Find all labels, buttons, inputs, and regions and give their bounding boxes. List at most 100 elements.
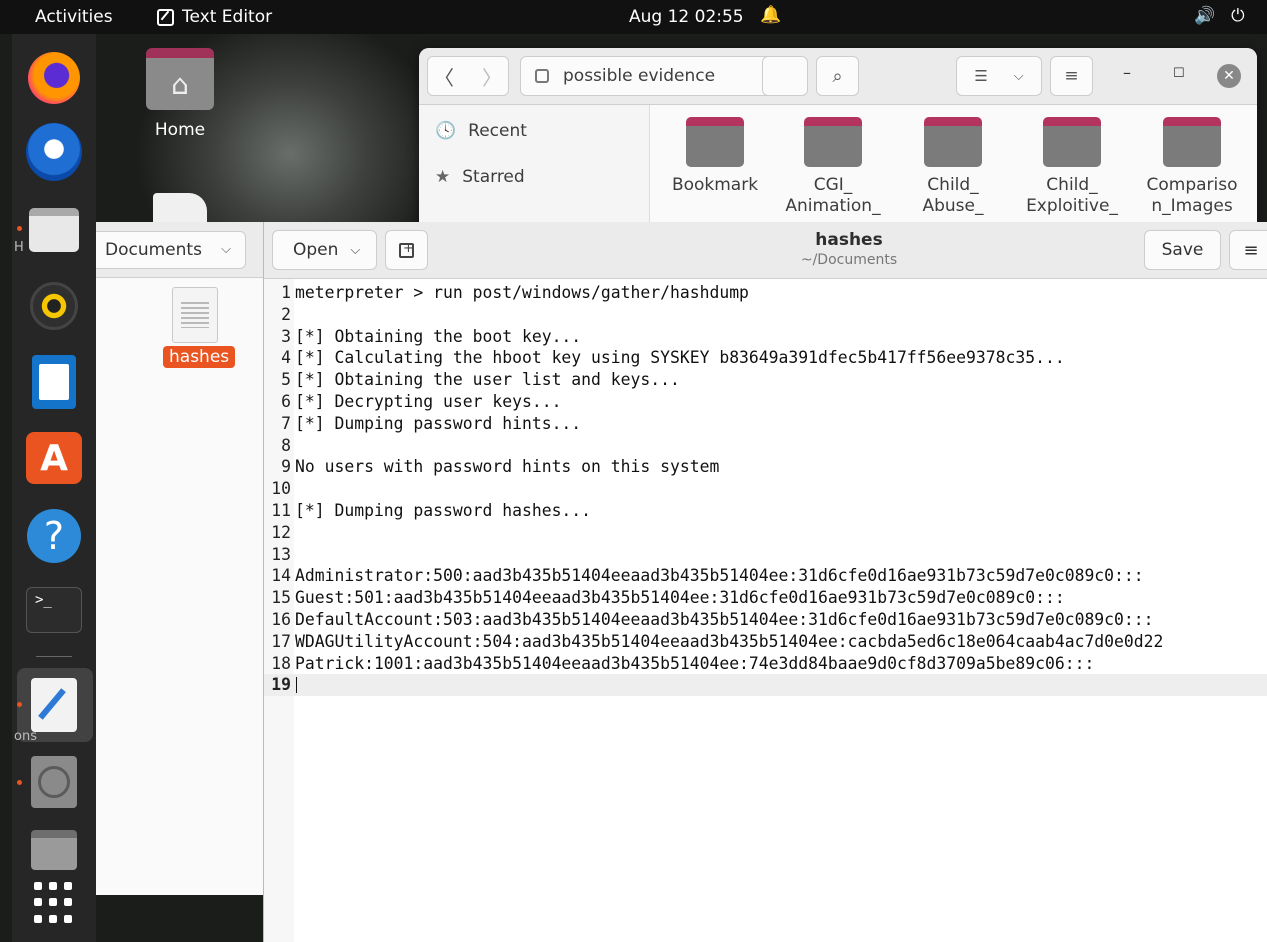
line-text: [*] Obtaining the boot key... <box>295 326 582 346</box>
dock-drive[interactable] <box>26 822 82 878</box>
dock-rhythmbox[interactable] <box>26 278 82 334</box>
clock[interactable]: Aug 12 02:55 <box>629 7 744 27</box>
top-bar: Activities Text Editor Aug 12 02:55 🔔 🔊 … <box>0 0 1267 34</box>
code-line[interactable]: 5 [*] Obtaining the user list and keys... <box>264 369 1267 391</box>
code-line[interactable]: 11 [*] Dumping password hashes... <box>264 500 1267 522</box>
minimize-icon[interactable]: – <box>1123 63 1131 82</box>
line-text: No users with password hints on this sys… <box>295 457 720 477</box>
code-line[interactable]: 19 <box>264 674 1267 697</box>
line-number: 19 <box>271 675 291 695</box>
folder-label: Child_ <box>1046 175 1098 195</box>
line-number: 17 <box>271 631 291 651</box>
editor-menu-button[interactable]: ≡ <box>1229 230 1267 270</box>
folder-item[interactable]: Child_ Exploitive_ <box>1017 117 1127 217</box>
breadcrumb-label: Documents <box>105 240 202 260</box>
code-line[interactable]: 10 <box>264 478 1267 500</box>
code-line[interactable]: 15 Guest:501:aad3b435b51404eeaad3b435b514… <box>264 587 1267 609</box>
new-tab-button[interactable] <box>385 230 428 270</box>
save-button[interactable]: Save <box>1144 230 1221 270</box>
dock-files[interactable] <box>26 202 82 258</box>
line-number: 5 <box>281 370 291 390</box>
sidebar-item-starred[interactable]: ★ Starred <box>435 167 525 187</box>
dock-disc[interactable] <box>26 754 82 810</box>
code-line[interactable]: 1 meterpreter > run post/windows/gather/h… <box>264 282 1267 304</box>
home-folder-icon: ⌂ <box>146 48 214 110</box>
view-toggle[interactable]: ☰ ⌵ <box>956 56 1042 96</box>
new-tab-icon <box>399 241 414 258</box>
code-line[interactable]: 16 DefaultAccount:503:aad3b435b51404eeaad… <box>264 609 1267 631</box>
hamburger-icon: ≡ <box>1243 239 1259 261</box>
clock-icon: 🕓 <box>435 121 457 141</box>
forward-icon[interactable]: 〉 <box>482 62 502 91</box>
folder-item[interactable]: Compariso n_Images <box>1137 117 1247 217</box>
disc-icon <box>31 756 77 808</box>
folder-label-2: Exploitive_ <box>1026 196 1118 216</box>
activities-button[interactable]: Activities <box>35 7 113 27</box>
dock-ghost-label: ons <box>14 729 37 744</box>
file-label-selected[interactable]: hashes <box>163 346 236 368</box>
dock-libreoffice-writer[interactable] <box>26 354 82 410</box>
back-icon[interactable]: 〈 <box>434 62 454 91</box>
dock-text-editor[interactable] <box>26 677 82 733</box>
folder-item[interactable]: CGI_ Animation_ <box>778 117 888 217</box>
documents-window: Documents ⌵ hashes <box>96 222 264 895</box>
app-menu-label: Text Editor <box>182 7 273 27</box>
blank-toolbar-button[interactable] <box>762 56 808 96</box>
code-line[interactable]: 17 WDAGUtilityAccount:504:aad3b435b51404e… <box>264 631 1267 653</box>
dock-thunderbird[interactable] <box>26 123 82 181</box>
code-line[interactable]: 8 <box>264 435 1267 457</box>
open-button[interactable]: Open ⌵ <box>272 230 377 270</box>
line-text: [*] Dumping password hashes... <box>295 500 592 520</box>
search-icon: ⌕ <box>832 65 843 87</box>
nav-buttons[interactable]: 〈 〉 <box>427 56 509 96</box>
code-line[interactable]: 9 No users with password hints on this sy… <box>264 456 1267 478</box>
folder-item[interactable]: Bookmark <box>660 117 770 196</box>
code-line[interactable]: 14 Administrator:500:aad3b435b51404eeaad3… <box>264 565 1267 587</box>
dock-terminal[interactable]: >_ <box>26 582 82 638</box>
show-apps-button[interactable] <box>34 882 76 924</box>
line-text: Administrator:500:aad3b435b51404eeaad3b4… <box>295 566 1144 586</box>
line-number: 16 <box>271 609 291 629</box>
search-button[interactable]: ⌕ <box>816 56 859 96</box>
code-line[interactable]: 7 [*] Dumping password hints... <box>264 413 1267 435</box>
breadcrumb[interactable]: Documents ⌵ <box>96 231 246 269</box>
star-icon: ★ <box>435 167 451 187</box>
line-text: meterpreter > run post/windows/gather/ha… <box>295 283 749 302</box>
text-file-icon[interactable] <box>172 287 218 343</box>
folder-icon <box>686 117 744 167</box>
document-title: hashes <box>815 230 883 250</box>
dock-ubuntu-software[interactable]: A <box>26 430 82 486</box>
system-tray[interactable]: 🔊 ⏻ <box>1194 6 1245 26</box>
app-menu[interactable]: Text Editor <box>157 7 272 27</box>
line-number: 7 <box>281 413 291 433</box>
editor-headerbar: Open ⌵ hashes ~/Documents Save ≡ <box>264 222 1267 279</box>
file-manager-headerbar: 〈 〉 possible evidence ⌵ ⌕ ☰ ⌵ ≡ – ☐ ✕ <box>419 48 1257 105</box>
folder-item[interactable]: Child_ Abuse_ <box>898 117 1008 217</box>
power-icon: ⏻ <box>1231 6 1245 26</box>
menu-button[interactable]: ≡ <box>1050 56 1093 96</box>
folder-label: Bookmark <box>671 175 759 195</box>
close-icon[interactable]: ✕ <box>1217 64 1241 88</box>
code-line[interactable]: 13 <box>264 544 1267 566</box>
dock-firefox[interactable] <box>26 50 82 106</box>
running-indicator <box>17 226 22 231</box>
line-number: 18 <box>271 653 291 673</box>
text-area[interactable]: 1 meterpreter > run post/windows/gather/h… <box>264 282 1267 697</box>
code-line[interactable]: 18 Patrick:1001:aad3b435b51404eeaad3b435b… <box>264 653 1267 675</box>
sidebar-item-recent[interactable]: 🕓 Recent <box>435 121 527 141</box>
dock-help[interactable]: ? <box>26 508 82 564</box>
dock-separator <box>36 656 72 657</box>
line-number: 12 <box>271 522 291 542</box>
code-line[interactable]: 3 [*] Obtaining the boot key... <box>264 326 1267 348</box>
code-line[interactable]: 12 <box>264 522 1267 544</box>
running-indicator <box>17 702 22 707</box>
code-line[interactable]: 2 <box>264 304 1267 326</box>
code-line[interactable]: 6 [*] Decrypting user keys... <box>264 391 1267 413</box>
folder-label-2: n_Images <box>1151 196 1233 216</box>
maximize-icon[interactable]: ☐ <box>1173 66 1185 81</box>
line-number: 2 <box>281 304 291 324</box>
line-text: [*] Decrypting user keys... <box>295 391 562 411</box>
location-label: possible evidence <box>563 66 716 86</box>
desktop-home-icon[interactable]: ⌂ Home <box>145 48 215 140</box>
code-line[interactable]: 4 [*] Calculating the hboot key using SYS… <box>264 347 1267 369</box>
